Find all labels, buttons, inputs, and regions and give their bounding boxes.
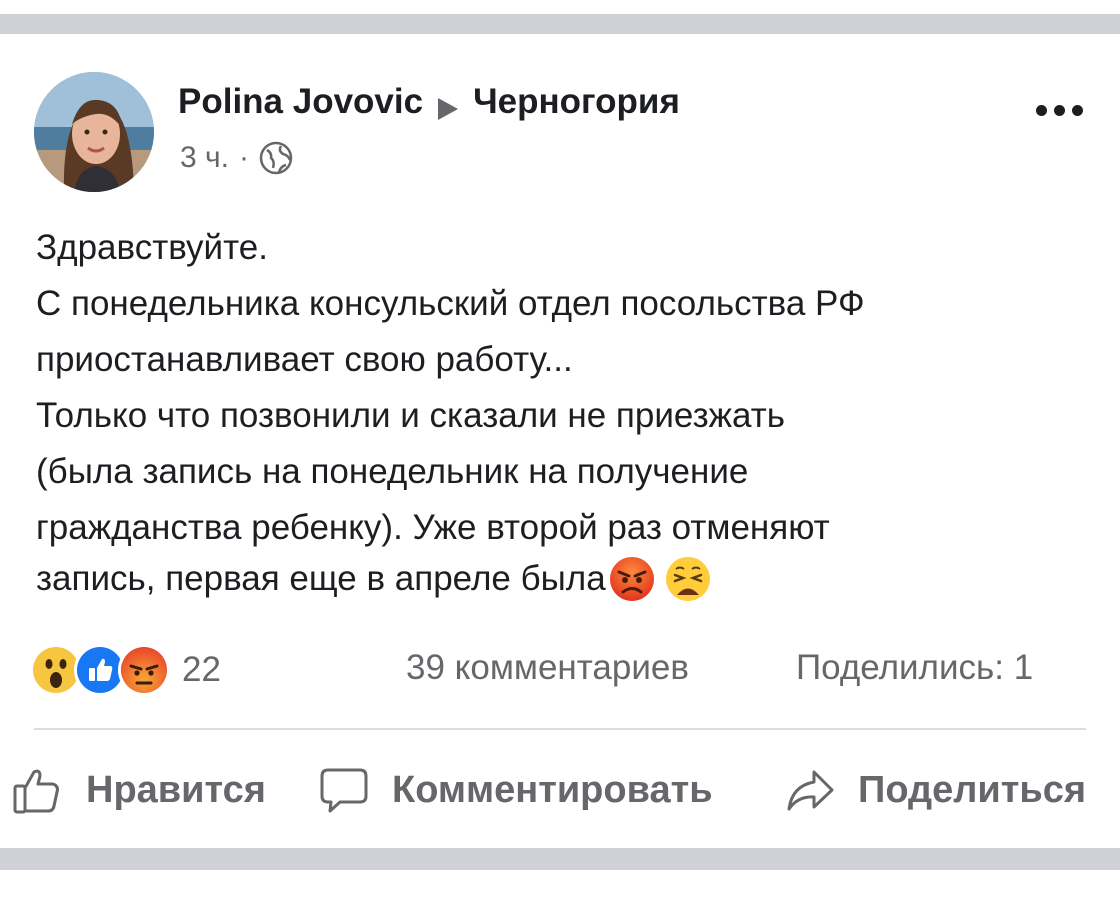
- globe-icon: [259, 141, 293, 175]
- like-button[interactable]: Нравится: [12, 760, 266, 820]
- angry-reaction-icon: [118, 644, 170, 696]
- author-name[interactable]: Polina Jovovic: [178, 82, 423, 122]
- share-button[interactable]: Поделиться: [784, 760, 1086, 820]
- share-arrow-icon: [784, 764, 836, 816]
- meta-separator: ·: [238, 141, 249, 174]
- weary-face-emoji: [664, 555, 712, 603]
- more-options-icon[interactable]: [1036, 100, 1092, 120]
- like-button-label: Нравится: [86, 768, 266, 811]
- author-avatar[interactable]: [34, 72, 154, 192]
- feed-divider-bottom: [0, 848, 1120, 870]
- thumbs-up-icon: [12, 764, 64, 816]
- actions-separator: [34, 728, 1086, 730]
- feed-divider-top: [0, 14, 1120, 34]
- post-card: Polina Jovovic Черногория 3 ч. · Здравст…: [0, 34, 1120, 848]
- post-body-last-line: запись, первая еще в апреле была: [36, 554, 712, 604]
- post-actions-bar: Нравится Комментировать Поделиться: [0, 760, 1120, 820]
- post-body-text: Здравствуйте. С понедельника консульский…: [36, 228, 865, 547]
- shares-count-link[interactable]: Поделились: 1: [796, 648, 1033, 688]
- speech-bubble-icon: [318, 764, 370, 816]
- triangle-right-icon: [437, 90, 459, 120]
- angry-face-emoji: [608, 555, 656, 603]
- target-page-name[interactable]: Черногория: [473, 82, 680, 122]
- reaction-summary[interactable]: 22: [30, 644, 221, 696]
- comment-button-label: Комментировать: [392, 768, 713, 811]
- comments-count-link[interactable]: 39 комментариев: [406, 648, 689, 688]
- comment-button[interactable]: Комментировать: [318, 760, 713, 820]
- post-meta: 3 ч. ·: [180, 140, 293, 176]
- share-button-label: Поделиться: [858, 768, 1087, 811]
- post-header: Polina Jovovic Черногория: [178, 82, 680, 122]
- post-body-tail: запись, первая еще в апреле была: [36, 559, 606, 598]
- post-time[interactable]: 3 ч.: [180, 141, 229, 175]
- reaction-count: 22: [182, 650, 221, 689]
